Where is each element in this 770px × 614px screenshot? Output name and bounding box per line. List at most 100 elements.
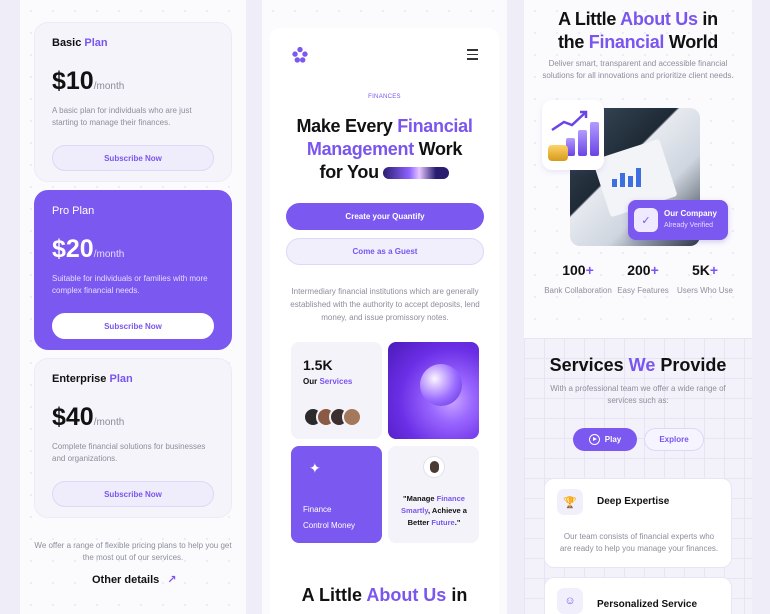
subscribe-button-basic[interactable]: Subscribe Now [52,145,214,171]
paper-chart-image [612,168,652,190]
company-verified-badge: ✓ Our Company Already Verified [628,200,728,240]
plan-name-main: Basic [52,37,82,49]
hamburger-menu-icon[interactable] [467,49,478,63]
plan-price: $10/month [52,67,124,96]
about-column: A Little About Us in the Financial World… [524,0,752,614]
title-accent: We [628,355,656,375]
services-section [524,338,752,614]
quote-part: "Manage [403,494,437,503]
price-value: $20 [52,235,94,263]
plan-card-pro: Pro Plan $20/month Suitable for individu… [34,190,232,350]
heading-text: A Little [301,585,367,605]
other-details-link[interactable]: Other details ↗ [92,573,176,586]
plan-name-accent: Plan [106,373,133,385]
services-title: Services We Provide [524,355,752,376]
avatar [342,407,362,427]
title-text: the [557,32,589,52]
services-label-accent: Services [319,377,353,386]
stat-users: 5K+ Users Who Use [670,262,740,295]
stat-easy-features: 200+ Easy Features [608,262,678,295]
price-period: /month [93,81,125,92]
plan-description: Complete financial solutions for busines… [52,442,206,463]
services-label-text: Our [303,377,320,386]
other-details-label: Other details [92,574,160,586]
title-text: Services [549,355,629,375]
subscribe-button-enterprise[interactable]: Subscribe Now [52,481,214,507]
quote-tile: "Manage Finance Smartly, Achieve a Better… [388,446,479,543]
quote-accent: Future [431,518,455,527]
hero-title: Make Every Financial Management Work for… [270,115,499,184]
hero-accent: Financial [397,116,473,136]
plan-description: Suitable for individuals or families wit… [52,274,208,295]
title-text: A Little [558,9,621,29]
bar-image [590,122,599,156]
stat-number: 200 [627,262,651,278]
title-accent: Financial [588,32,665,52]
title-text: World [664,32,718,52]
services-label: Our Services [303,377,352,386]
finance-control-tile: ✦ Finance Control Money [291,446,382,543]
guest-button[interactable]: Come as a Guest [286,238,484,265]
stat-plus: + [709,262,719,278]
service-title: Deep Expertise [597,496,670,507]
coin-stack-icon [548,145,568,161]
smile-icon: ☺ [557,588,583,614]
quote-part: ." [454,518,461,527]
play-button[interactable]: Play [573,428,637,451]
service-card-personalized[interactable]: ☺ Personalized Service [544,577,732,614]
heading-accent: About Us [366,585,447,605]
plan-card-enterprise: Enterprise Plan $40/month Complete finan… [34,358,232,518]
title-text: Provide [655,355,727,375]
avatar [423,456,445,478]
hero-text: Make Every [296,116,398,136]
stat-number: 100 [562,262,586,278]
trophy-icon: 🏆 [557,489,583,515]
explore-button[interactable]: Explore [644,428,704,451]
play-icon [588,434,600,445]
service-title: Personalized Service [597,599,698,610]
stat-plus: + [585,262,594,278]
price-value: $10 [52,67,94,95]
create-quantify-button[interactable]: Create your Quantify [286,203,484,230]
feature-line: Finance [303,505,332,514]
quote-text: "Manage Finance Smartly, Achieve a Better… [394,493,474,529]
heading-text: in [446,585,468,605]
hero-text: for You [319,162,380,182]
play-label: Play [604,435,622,444]
plan-name: Enterprise Plan [52,373,133,385]
services-count: 1.5K [303,357,333,373]
stat-value: 100+ [543,262,613,278]
plan-name: Basic Plan [52,37,108,49]
landing-column: FINANCES Make Every Financial Management… [262,0,507,614]
pricing-note: We offer a range of flexible pricing pla… [34,541,232,562]
mobile-screen: FINANCES Make Every Financial Management… [270,28,499,614]
stat-label: Easy Features [617,286,669,295]
plan-name: Pro Plan [52,205,94,217]
pricing-column: Basic Plan $10/month A basic plan for in… [20,0,246,614]
about-heading-preview: A Little About Us in [270,584,499,607]
logo-icon [292,46,308,63]
plan-name-main: Pro Plan [52,205,95,217]
growth-chart-illustration [542,100,604,170]
plan-name-accent: Plan [81,37,108,49]
quote-accent: Finance [436,494,465,503]
company-name: Our Company [664,209,717,218]
subscribe-button-pro[interactable]: Subscribe Now [52,313,214,339]
service-card-deep-expertise[interactable]: 🏆 Deep Expertise Our team consists of fi… [544,478,732,568]
title-accent: About Us [620,9,698,29]
title-text: in [697,9,718,29]
stat-value: 5K+ [670,262,740,278]
price-period: /month [93,249,125,260]
feature-line: Control Money [303,521,356,530]
service-description: Our team consists of financial experts w… [559,532,719,553]
stat-number: 5K [691,262,710,278]
plan-card-basic: Basic Plan $10/month A basic plan for in… [34,22,232,182]
quote-accent: Smartly [401,506,429,515]
stat-label: Users Who Use [676,286,733,295]
company-status: Already Verified [664,222,714,229]
price-period: /month [93,417,125,428]
section-tag: FINANCES [368,94,401,100]
plan-price: $40/month [52,403,124,432]
hero-text: Work [413,139,463,159]
glass-orb-image [420,364,462,406]
